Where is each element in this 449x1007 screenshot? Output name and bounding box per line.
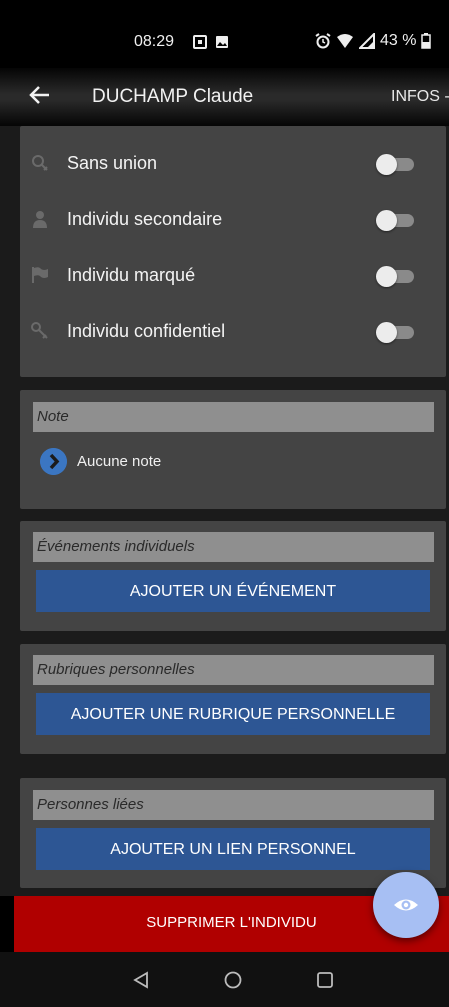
tab-infos[interactable]: INFOS - (391, 88, 449, 106)
add-event-button[interactable]: AJOUTER UN ÉVÉNEMENT (36, 570, 430, 612)
battery-icon (421, 33, 432, 49)
nav-back-icon[interactable] (132, 971, 150, 989)
view-fab-button[interactable] (373, 872, 439, 938)
toggle-row-individu-marque[interactable]: Individu marqué (20, 248, 446, 304)
toggle-row-individu-secondaire[interactable]: Individu secondaire (20, 192, 446, 248)
app-bar: DUCHAMP Claude INFOS - (0, 68, 449, 126)
chevron-right-icon (40, 448, 67, 475)
back-arrow-icon[interactable] (28, 83, 52, 107)
page-title: DUCHAMP Claude (92, 86, 254, 107)
events-header: Événements individuels (33, 532, 434, 562)
add-link-button[interactable]: AJOUTER UN LIEN PERSONNEL (36, 828, 430, 870)
status-bar: 08:29 43 % (0, 0, 449, 68)
toggle-label: Individu marqué (67, 265, 196, 285)
gallery-icon (216, 36, 228, 48)
add-rubric-button[interactable]: AJOUTER UNE RUBRIQUE PERSONNELLE (36, 693, 430, 735)
links-header-label: Personnes liées (37, 796, 144, 813)
note-card: Note Aucune note (20, 390, 446, 509)
toggle-label: Individu confidentiel (67, 321, 226, 341)
toggle-row-individu-confidentiel[interactable]: Individu confidentiel (20, 304, 446, 360)
events-header-label: Événements individuels (37, 538, 195, 555)
toggle-switch[interactable] (376, 322, 414, 343)
system-nav-bar (0, 952, 449, 1007)
toggle-switch[interactable] (376, 210, 414, 231)
toggle-switch[interactable] (376, 154, 414, 175)
alarm-icon (315, 33, 331, 49)
flag-icon (32, 267, 48, 283)
toggle-label: Individu secondaire (67, 209, 223, 229)
note-header: Note (33, 402, 434, 432)
nav-recents-icon[interactable] (316, 971, 334, 989)
links-header: Personnes liées (33, 790, 434, 820)
wifi-icon (337, 34, 353, 48)
rubrics-header-label: Rubriques personnelles (37, 661, 195, 678)
nav-home-icon[interactable] (224, 971, 242, 989)
note-header-label: Note (37, 408, 69, 425)
sim-icon (193, 35, 207, 49)
events-card: Événements individuels AJOUTER UN ÉVÉNEM… (20, 521, 446, 631)
status-time: 08:29 (134, 33, 175, 50)
status-right: 43 % (315, 32, 432, 50)
battery-percent: 43 % (380, 32, 417, 49)
content-area: Sans union Individu secondaire Individu … (0, 126, 449, 896)
toggle-label: Sans union (67, 153, 158, 173)
key-icon (31, 322, 48, 339)
toggle-switch[interactable] (376, 266, 414, 287)
note-value: Aucune note (77, 453, 162, 470)
rubrics-card: Rubriques personnelles AJOUTER UNE RUBRI… (20, 644, 446, 754)
rubrics-header: Rubriques personnelles (33, 655, 434, 685)
signal-icon (359, 33, 375, 49)
ring-icon (32, 155, 48, 171)
eye-icon (394, 899, 418, 911)
person-icon (33, 211, 47, 228)
flags-card: Sans union Individu secondaire Individu … (20, 126, 446, 377)
toggle-row-sans-union[interactable]: Sans union (20, 136, 446, 192)
